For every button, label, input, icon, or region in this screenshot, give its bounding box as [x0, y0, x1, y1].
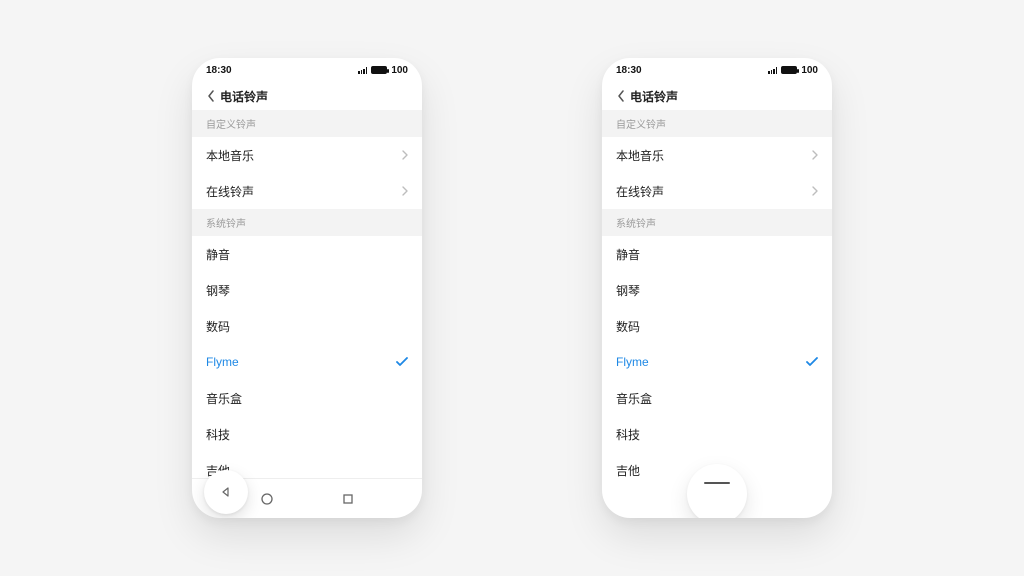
content-area: 自定义铃声 本地音乐 在线铃声 系统铃声 静音 钢琴 数码 Flyme: [602, 110, 832, 518]
status-battery: 100: [391, 65, 408, 76]
section-custom: 自定义铃声: [192, 110, 422, 137]
row-label: 数码: [616, 318, 640, 335]
ringtone-option-selected[interactable]: Flyme: [192, 344, 422, 380]
ringtone-option[interactable]: 音乐盒: [602, 380, 832, 416]
chevron-left-icon: [207, 90, 215, 102]
status-bar: 18:30 100: [602, 58, 832, 82]
row-label: 数码: [206, 318, 230, 335]
row-label: 科技: [616, 426, 640, 443]
row-label: 钢琴: [206, 282, 230, 299]
phone-mockup-gesture: 18:30 100 电话铃声 自定义铃声 本地音乐 在线铃声 系统铃声: [602, 58, 832, 518]
section-custom: 自定义铃声: [602, 110, 832, 137]
ringtone-option[interactable]: 数码: [602, 308, 832, 344]
row-label: 钢琴: [616, 282, 640, 299]
ringtone-option[interactable]: 科技: [192, 416, 422, 452]
check-icon: [806, 357, 818, 367]
ringtone-option[interactable]: 科技: [602, 416, 832, 452]
section-system: 系统铃声: [602, 209, 832, 236]
row-label: 静音: [206, 246, 230, 263]
row-label: 在线铃声: [616, 183, 664, 200]
status-right: 100: [768, 65, 818, 76]
nav-recents-button[interactable]: [342, 493, 354, 505]
nav-back-button[interactable]: [204, 470, 248, 514]
chevron-left-icon: [617, 90, 625, 102]
triangle-back-icon: [220, 486, 232, 498]
row-label: 在线铃声: [206, 183, 254, 200]
row-label: 静音: [616, 246, 640, 263]
content-area: 自定义铃声 本地音乐 在线铃声 系统铃声 静音 钢琴 数码 Flyme: [192, 110, 422, 478]
status-time: 18:30: [616, 65, 642, 76]
row-label: 音乐盒: [616, 390, 652, 407]
chevron-right-icon: [812, 186, 818, 196]
battery-icon: [371, 66, 387, 74]
square-recents-icon: [342, 493, 354, 505]
section-system: 系统铃声: [192, 209, 422, 236]
ringtone-option-selected[interactable]: Flyme: [602, 344, 832, 380]
phone-mockup-buttons: 18:30 100 电话铃声 自定义铃声 本地音乐 在线铃声 系统铃声: [192, 58, 422, 518]
row-local-music[interactable]: 本地音乐: [192, 137, 422, 173]
page-title: 电话铃声: [220, 88, 268, 105]
status-battery: 100: [801, 65, 818, 76]
status-time: 18:30: [206, 65, 232, 76]
ringtone-option[interactable]: 钢琴: [602, 272, 832, 308]
ringtone-option[interactable]: 静音: [602, 236, 832, 272]
gesture-home-indicator[interactable]: [687, 464, 747, 518]
circle-home-icon: [260, 492, 274, 506]
row-label: Flyme: [616, 355, 649, 369]
row-label: 本地音乐: [616, 147, 664, 164]
page-header: 电话铃声: [192, 82, 422, 110]
page-title: 电话铃声: [630, 88, 678, 105]
chevron-right-icon: [402, 150, 408, 160]
row-label: 吉他: [616, 462, 640, 479]
nav-bar-buttons: [192, 478, 422, 518]
back-button[interactable]: [612, 90, 630, 102]
ringtone-option[interactable]: 钢琴: [192, 272, 422, 308]
row-label: 科技: [206, 426, 230, 443]
row-local-music[interactable]: 本地音乐: [602, 137, 832, 173]
page-header: 电话铃声: [602, 82, 832, 110]
status-bar: 18:30 100: [192, 58, 422, 82]
ringtone-option[interactable]: 静音: [192, 236, 422, 272]
row-label: 音乐盒: [206, 390, 242, 407]
ringtone-option[interactable]: 数码: [192, 308, 422, 344]
ringtone-option[interactable]: 音乐盒: [192, 380, 422, 416]
signal-icon: [768, 66, 777, 74]
row-online-ringtone[interactable]: 在线铃声: [192, 173, 422, 209]
signal-icon: [358, 66, 367, 74]
row-online-ringtone[interactable]: 在线铃声: [602, 173, 832, 209]
chevron-right-icon: [402, 186, 408, 196]
nav-home-button[interactable]: [260, 492, 274, 506]
check-icon: [396, 357, 408, 367]
battery-icon: [781, 66, 797, 74]
home-bar-icon: [704, 482, 730, 484]
row-label: Flyme: [206, 355, 239, 369]
chevron-right-icon: [812, 150, 818, 160]
status-right: 100: [358, 65, 408, 76]
back-button[interactable]: [202, 90, 220, 102]
row-label: 本地音乐: [206, 147, 254, 164]
